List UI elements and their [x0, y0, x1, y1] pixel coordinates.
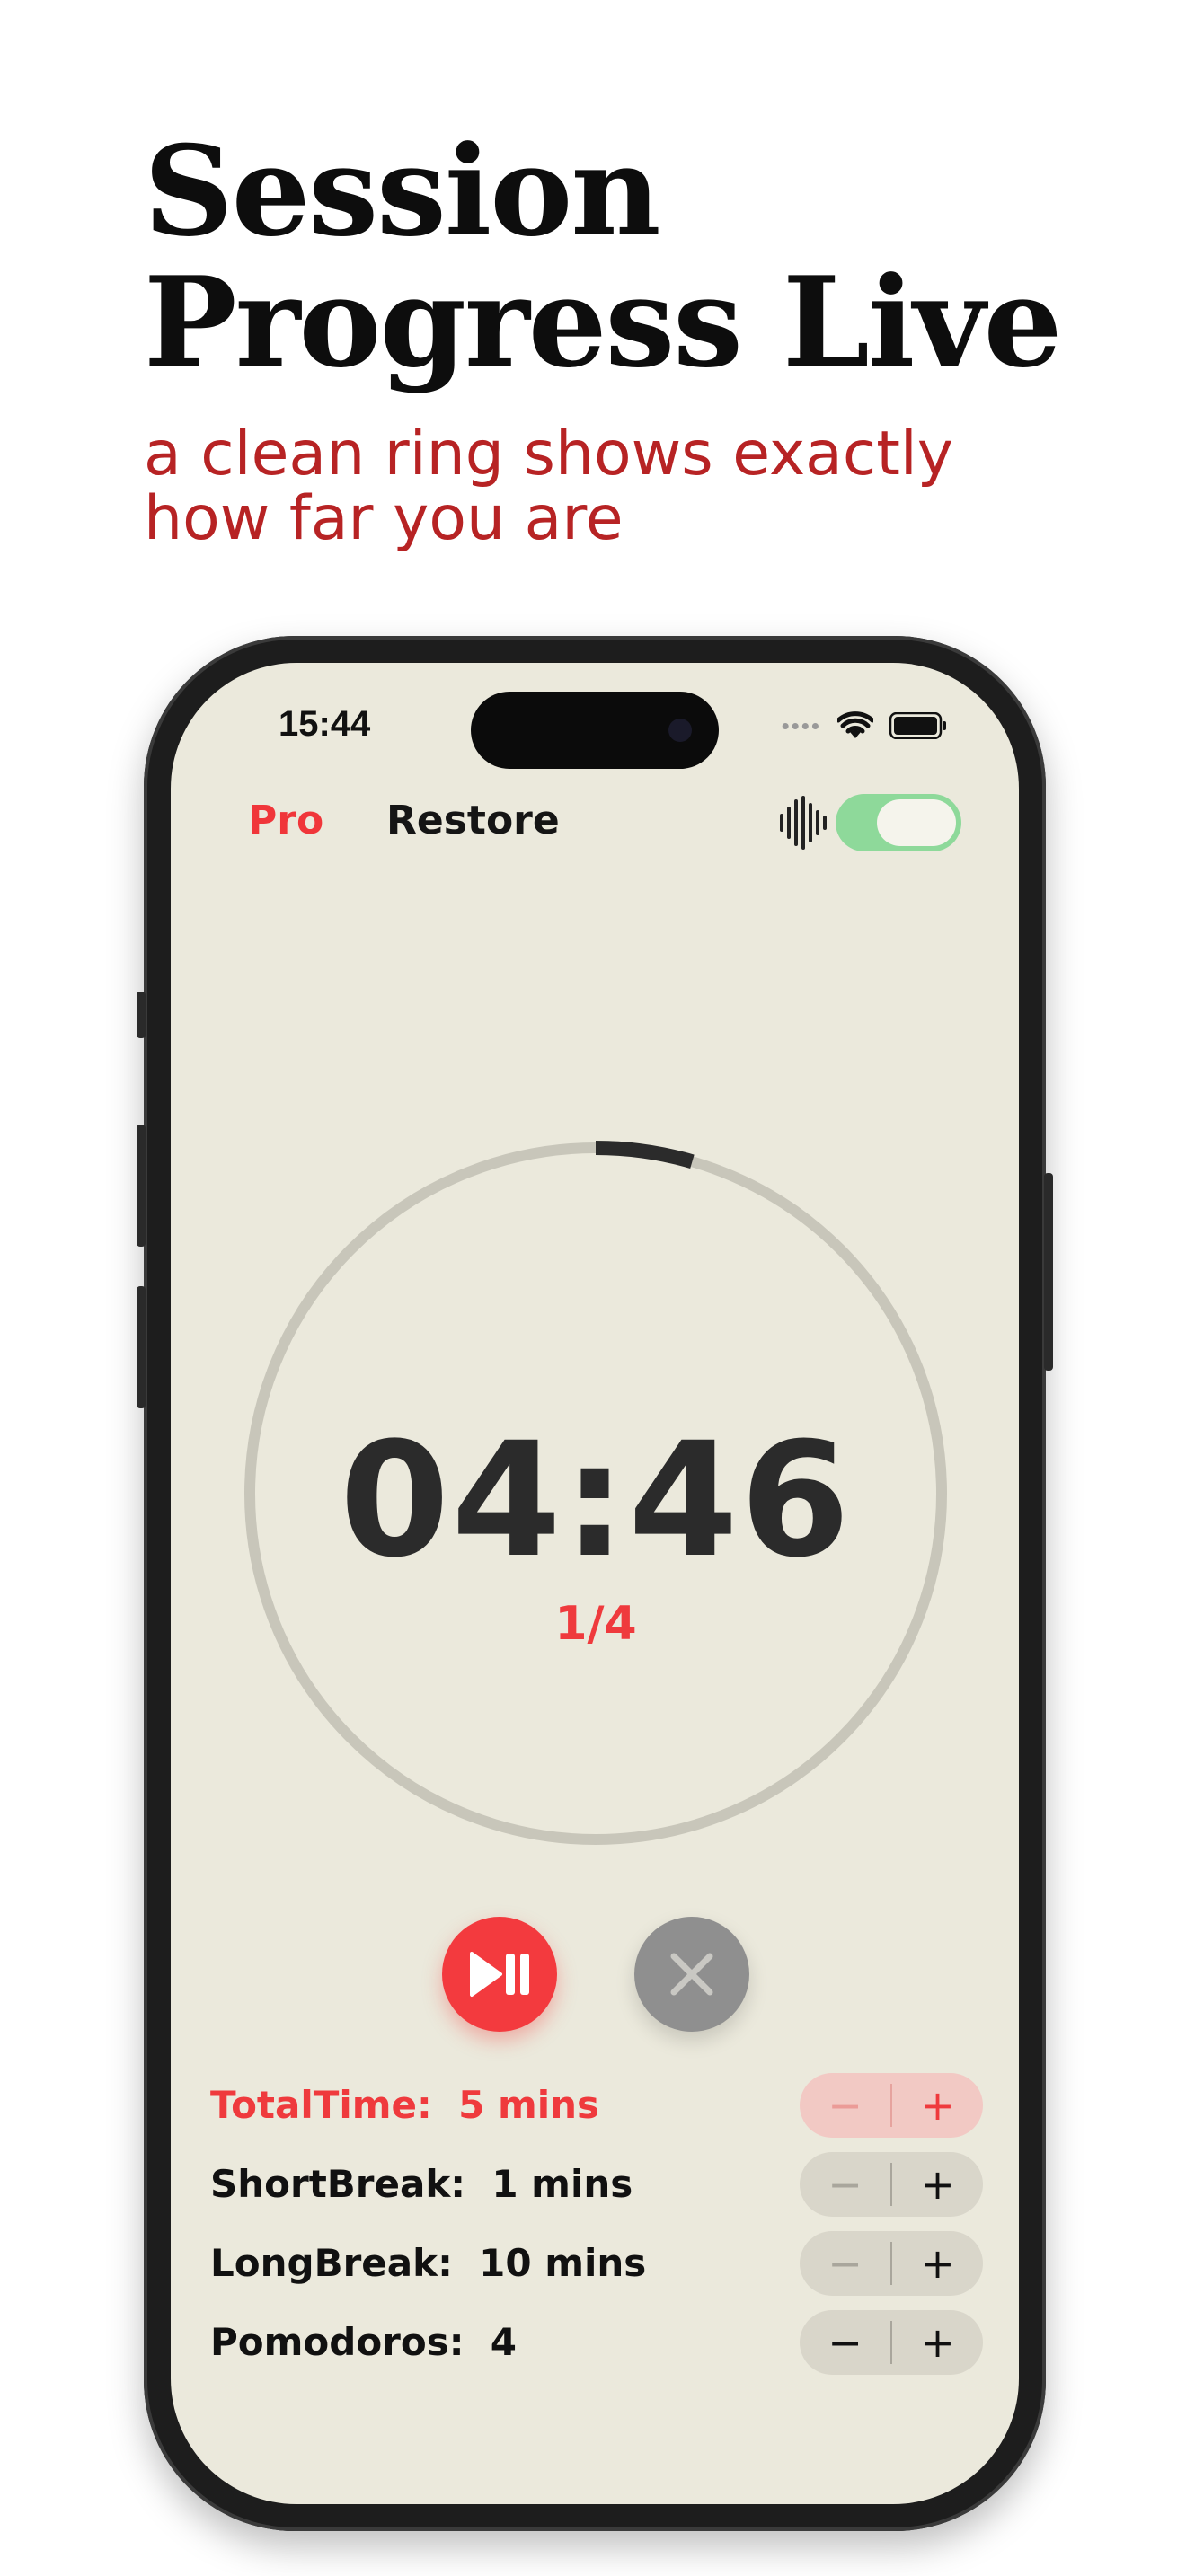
promo-headline: Session Progress Live	[144, 126, 1132, 388]
toggle-knob	[877, 799, 956, 846]
setting-total-time: TotalTime: 5 mins − +	[210, 2073, 983, 2138]
play-pause-icon	[470, 1952, 529, 1997]
round-counter: 1/4	[554, 1597, 637, 1651]
close-icon	[670, 1953, 713, 1996]
progress-ring: 04:46 1/4	[241, 1139, 951, 1848]
long-break-stepper: − +	[800, 2231, 983, 2296]
pro-button[interactable]: Pro	[248, 798, 323, 843]
play-pause-button[interactable]	[442, 1917, 557, 2032]
restore-button[interactable]: Restore	[386, 798, 560, 843]
subline-line-1: a clean ring shows exactly	[144, 419, 954, 490]
setting-label: Pomodoros: 4	[210, 2320, 518, 2364]
power-button	[1044, 1173, 1053, 1371]
setting-label: ShortBreak: 1 mins	[210, 2162, 633, 2206]
volume-up-button	[137, 1125, 146, 1247]
reset-button[interactable]	[634, 1917, 749, 2032]
camera-icon	[668, 719, 692, 742]
setting-pomodoros: Pomodoros: 4 − +	[210, 2310, 983, 2375]
setting-long-break: LongBreak: 10 mins − +	[210, 2231, 983, 2296]
pomodoros-plus-button[interactable]: +	[892, 2310, 983, 2375]
pomodoros-stepper: − +	[800, 2310, 983, 2375]
total-time-stepper: − +	[800, 2073, 983, 2138]
ring-progress-arc	[595, 1141, 695, 1169]
phone-frame: 15:44 •••• Pro Restore 04:46 1/4 TotalTi…	[137, 636, 1053, 2531]
short-break-minus-button[interactable]: −	[800, 2152, 890, 2217]
dynamic-island	[471, 692, 719, 769]
setting-short-break: ShortBreak: 1 mins − +	[210, 2152, 983, 2217]
app-screen: 15:44 •••• Pro Restore 04:46 1/4 TotalTi…	[171, 663, 1019, 2504]
timer-display: 04:46	[339, 1408, 853, 1592]
setting-label: TotalTime: 5 mins	[210, 2083, 599, 2127]
sound-wave-icon	[780, 796, 827, 850]
pomodoros-minus-button[interactable]: −	[800, 2310, 890, 2375]
subline-line-2: how far you are	[144, 483, 624, 554]
volume-down-button	[137, 1286, 146, 1408]
status-time: 15:44	[279, 704, 371, 744]
long-break-minus-button[interactable]: −	[800, 2231, 890, 2296]
sound-toggle[interactable]	[836, 794, 961, 851]
short-break-stepper: − +	[800, 2152, 983, 2217]
setting-label: LongBreak: 10 mins	[210, 2241, 647, 2285]
action-button	[137, 992, 146, 1038]
headline-line-1: Session	[144, 118, 661, 264]
battery-icon	[890, 712, 946, 739]
short-break-plus-button[interactable]: +	[892, 2152, 983, 2217]
promo-subline: a clean ring shows exactly how far you a…	[144, 422, 1132, 551]
long-break-plus-button[interactable]: +	[892, 2231, 983, 2296]
total-time-plus-button[interactable]: +	[892, 2073, 983, 2138]
status-indicators: ••••	[782, 710, 947, 742]
total-time-minus-button[interactable]: −	[800, 2073, 890, 2138]
headline-line-2: Progress Live	[144, 249, 1062, 395]
signal-icon: ••••	[781, 711, 821, 739]
wifi-icon	[837, 711, 873, 738]
